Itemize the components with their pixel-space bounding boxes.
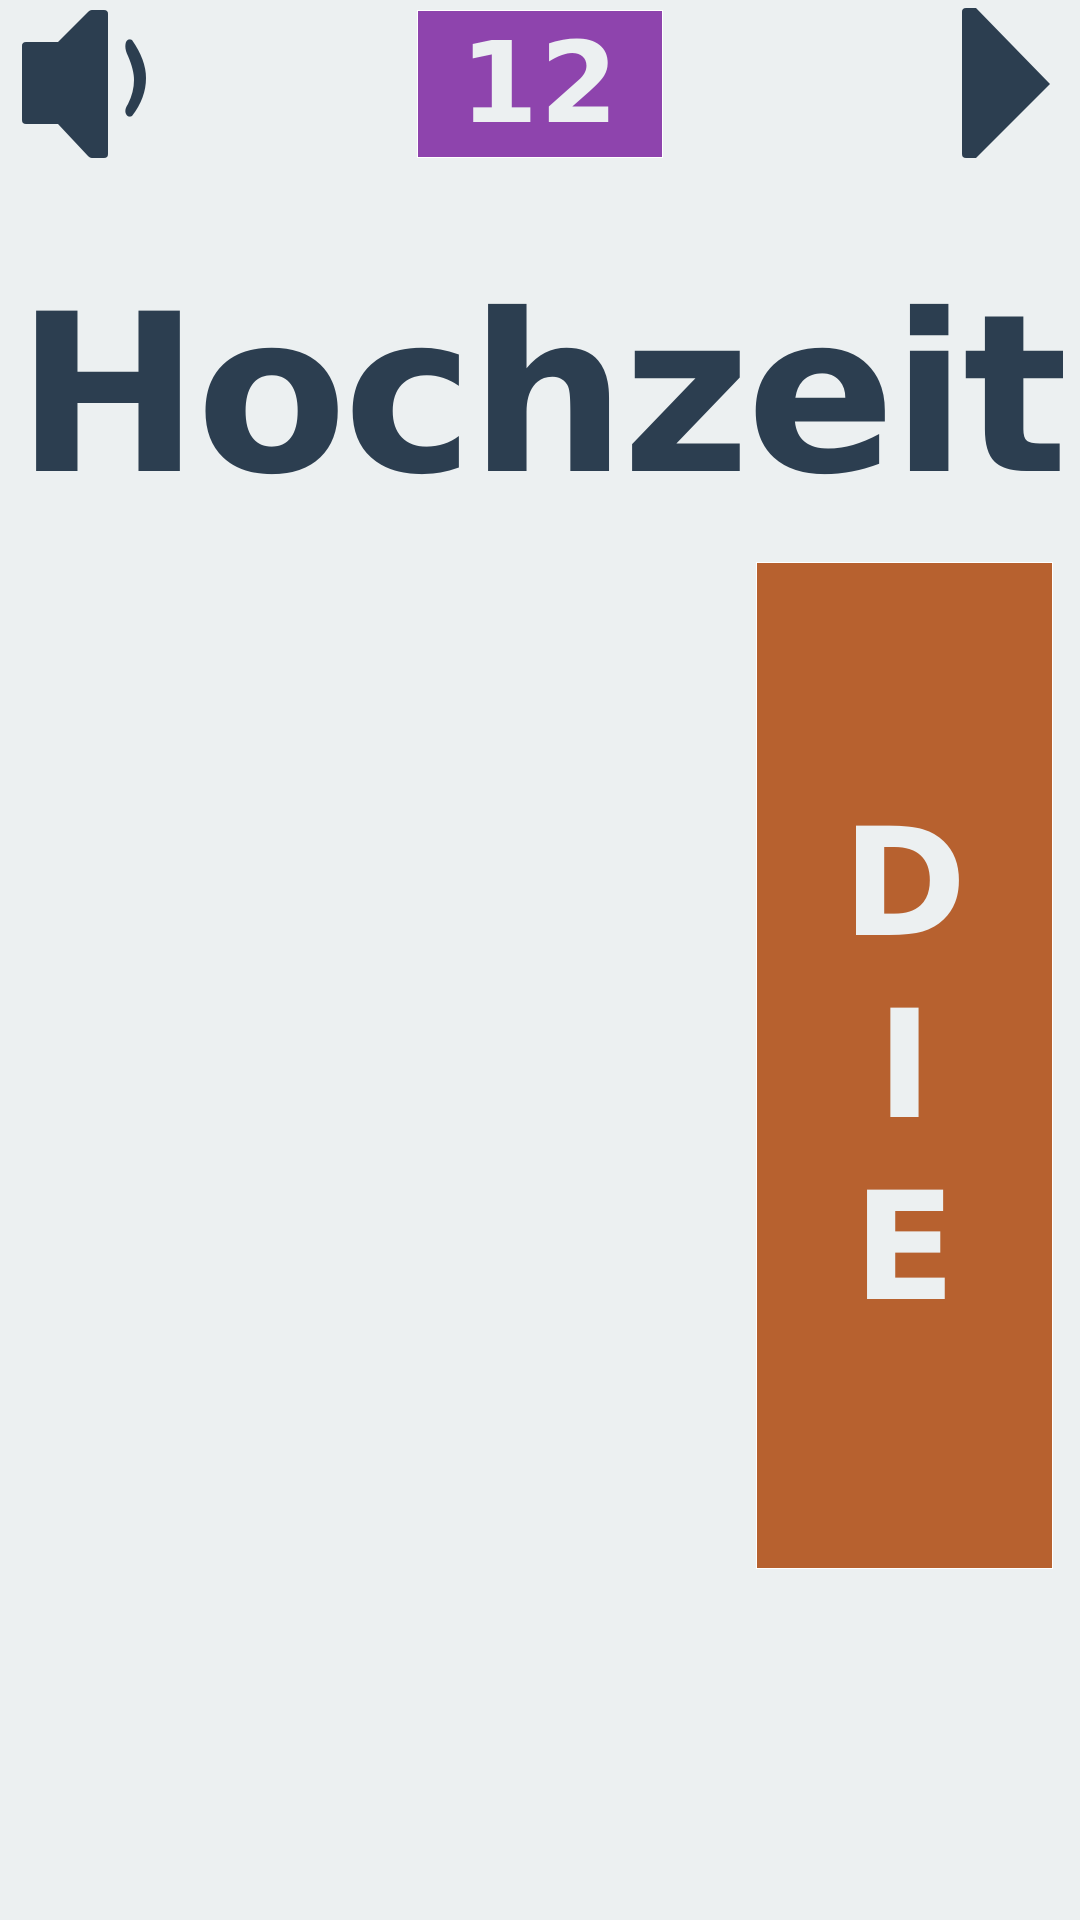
word-title: Hochzeit — [15, 267, 1068, 523]
play-arrow-icon — [962, 8, 1050, 158]
article-letter: I — [876, 978, 933, 1153]
article-card[interactable]: D I E — [756, 562, 1053, 1569]
next-button[interactable] — [960, 8, 1056, 158]
speaker-button[interactable] — [22, 8, 152, 158]
score-badge: 12 — [417, 10, 663, 158]
speaker-icon — [22, 10, 146, 158]
score-value: 12 — [460, 19, 620, 149]
article-letter: E — [853, 1160, 956, 1335]
article-letter: D — [842, 796, 967, 971]
